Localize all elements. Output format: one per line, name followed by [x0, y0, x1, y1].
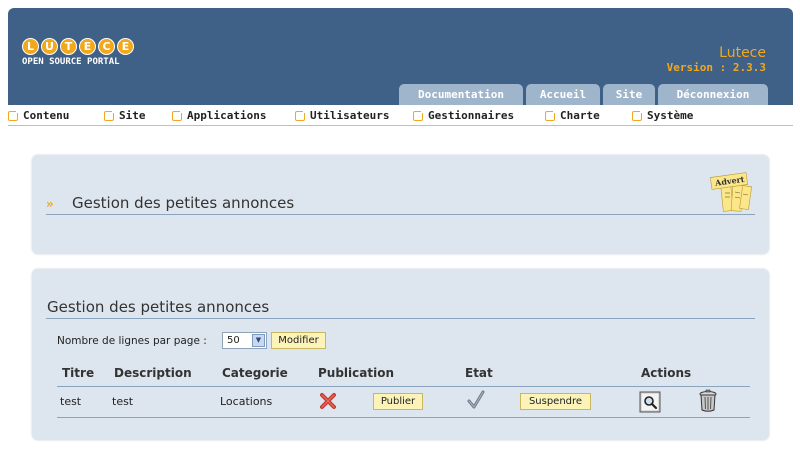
menu-bullet-icon: [8, 109, 19, 121]
double-arrow-icon: »: [46, 197, 54, 211]
menu-item-label: Gestionnaires: [428, 109, 515, 122]
column-header-publication: Publication: [318, 366, 395, 380]
tab-accueil[interactable]: Accueil: [526, 84, 600, 105]
rows-per-page-select[interactable]: 50 ▼: [222, 332, 267, 349]
logo-letter: T: [60, 38, 77, 55]
header-banner: L U T E C E OPEN SOURCE PORTAL Lutece Ve…: [8, 8, 793, 105]
menu-item-label: Système: [647, 109, 694, 122]
logo-letters: L U T E C E: [22, 38, 134, 55]
column-header-description: Description: [114, 366, 192, 380]
rows-per-page-label: Nombre de lignes par page :: [57, 335, 207, 347]
lutece-logo[interactable]: L U T E C E OPEN SOURCE PORTAL: [22, 38, 134, 67]
divider: [46, 214, 755, 215]
advert-icon: Advert: [710, 172, 752, 212]
admin-menu-bar: Contenu Site Applications Utilisateurs G…: [8, 106, 793, 126]
column-header-etat: Etat: [465, 366, 493, 380]
column-header-titre: Titre: [62, 366, 95, 380]
menu-bullet-icon: [413, 109, 424, 121]
menu-bullet-icon: [632, 109, 643, 121]
menu-item-utilisateurs[interactable]: Utilisateurs: [295, 109, 389, 122]
menu-item-site[interactable]: Site: [104, 109, 146, 122]
divider: [46, 318, 755, 319]
modify-button[interactable]: Modifier: [271, 332, 326, 349]
checkmark-icon: [467, 390, 485, 409]
tab-site[interactable]: Site: [603, 84, 655, 105]
chevron-down-icon[interactable]: ▼: [252, 334, 265, 347]
table-row-divider: [57, 417, 750, 418]
menu-item-label: Charte: [560, 109, 600, 122]
menu-bullet-icon: [545, 109, 556, 121]
column-header-actions: Actions: [641, 366, 692, 380]
menu-item-label: Site: [119, 109, 146, 122]
menu-item-systeme[interactable]: Système: [632, 109, 693, 122]
menu-item-contenu[interactable]: Contenu: [8, 109, 69, 122]
menu-bullet-icon: [104, 109, 115, 121]
logo-letter: E: [117, 38, 134, 55]
tab-documentation[interactable]: Documentation: [399, 84, 523, 105]
top-tabs: Documentation Accueil Site Déconnexion: [399, 84, 768, 105]
menu-item-label: Applications: [187, 109, 267, 122]
cell-categorie: Locations: [220, 395, 273, 408]
section-title: Gestion des petites annonces: [47, 298, 270, 316]
rows-per-page-value: 50: [227, 335, 240, 346]
table-header-divider: [57, 386, 750, 387]
menu-item-gestionnaires[interactable]: Gestionnaires: [413, 109, 514, 122]
site-name: Lutece: [719, 45, 766, 61]
menu-item-label: Utilisateurs: [310, 109, 390, 122]
trash-icon[interactable]: [697, 389, 719, 413]
menu-item-applications[interactable]: Applications: [172, 109, 266, 122]
logo-letter: C: [98, 38, 115, 55]
menu-bullet-icon: [172, 109, 183, 121]
column-header-categorie: Categorie: [222, 366, 288, 380]
title-panel: » Gestion des petites annonces Advert: [32, 155, 769, 254]
version-label: Version : 2.3.3: [666, 61, 766, 74]
logo-letter: U: [41, 38, 58, 55]
cell-description: test: [112, 395, 134, 408]
logo-letter: L: [22, 38, 39, 55]
menu-item-charte[interactable]: Charte: [545, 109, 600, 122]
logo-letter: E: [79, 38, 96, 55]
logo-subtitle: OPEN SOURCE PORTAL: [22, 57, 120, 67]
cell-titre: test: [60, 395, 82, 408]
ads-management-panel: Gestion des petites annonces Nombre de l…: [32, 269, 769, 440]
menu-item-label: Contenu: [23, 109, 70, 122]
publish-button[interactable]: Publier: [373, 393, 423, 410]
red-cross-icon: [320, 393, 336, 409]
tab-deconnexion[interactable]: Déconnexion: [658, 84, 768, 105]
suspend-button[interactable]: Suspendre: [520, 393, 591, 410]
brand-info: Lutece Version : 2.3.3: [667, 45, 766, 74]
page-title: Gestion des petites annonces: [72, 194, 295, 212]
menu-bullet-icon: [295, 109, 306, 121]
view-icon[interactable]: [639, 391, 661, 413]
